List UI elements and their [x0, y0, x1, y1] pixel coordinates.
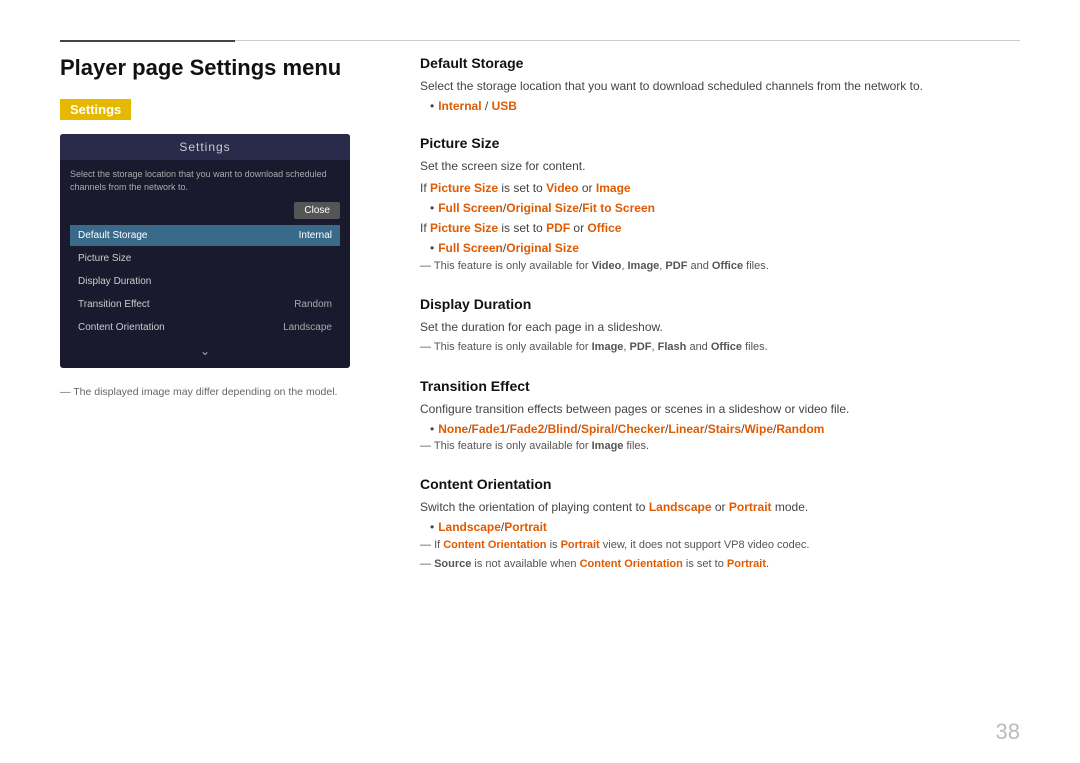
settings-row-display-duration[interactable]: Display Duration [70, 271, 340, 292]
settings-ui-mockup: Settings Select the storage location tha… [60, 134, 350, 367]
section-desc-default-storage: Select the storage location that you wan… [420, 77, 1020, 95]
bullet-internal-usb: Internal / USB [430, 99, 1020, 113]
section-title-display-duration: Display Duration [420, 296, 1020, 312]
section-title-transition-effect: Transition Effect [420, 378, 1020, 394]
page-title: Player page Settings menu [60, 55, 380, 81]
page-number: 38 [996, 719, 1020, 745]
row-label: Default Storage [78, 230, 148, 241]
close-row: Close [70, 202, 340, 219]
row-label: Display Duration [78, 276, 151, 287]
section-transition-effect: Transition Effect Configure transition e… [420, 378, 1020, 454]
content-orientation-note2: Source is not available when Content Ori… [420, 557, 1020, 572]
section-desc-display-duration: Set the duration for each page in a slid… [420, 318, 1020, 336]
display-duration-note: This feature is only available for Image… [420, 340, 1020, 355]
row-value: Landscape [283, 322, 332, 333]
section-title-default-storage: Default Storage [420, 55, 1020, 71]
close-button[interactable]: Close [294, 202, 340, 219]
section-content-orientation: Content Orientation Switch the orientati… [420, 476, 1020, 572]
right-column: Default Storage Select the storage locat… [420, 55, 1020, 723]
settings-badge: Settings [60, 99, 131, 120]
section-title-picture-size: Picture Size [420, 135, 1020, 151]
section-title-content-orientation: Content Orientation [420, 476, 1020, 492]
settings-ui-header: Settings [60, 134, 350, 160]
picture-size-condition2: If Picture Size is set to PDF or Office [420, 219, 1020, 237]
bullet-picture-size-pdf-office: Full Screen / Original Size [430, 241, 1020, 255]
picture-size-condition1: If Picture Size is set to Video or Image [420, 179, 1020, 197]
row-label: Picture Size [78, 253, 131, 264]
page-container: Player page Settings menu Settings Setti… [60, 55, 1020, 723]
section-desc-picture-size: Set the screen size for content. [420, 157, 1020, 175]
row-value: Random [294, 299, 332, 310]
settings-row-transition-effect[interactable]: Transition Effect Random [70, 294, 340, 315]
top-divider-accent [60, 40, 235, 42]
bullet-orientation-options: Landscape / Portrait [430, 520, 1020, 534]
picture-size-note: This feature is only available for Video… [420, 259, 1020, 274]
bullet-transition-options: None / Fade1 / Fade2 / Blind / Spiral / … [430, 422, 1020, 436]
settings-row-default-storage[interactable]: Default Storage Internal [70, 225, 340, 246]
internal-usb-text: Internal [438, 99, 481, 113]
content-orientation-note1: If Content Orientation is Portrait view,… [420, 538, 1020, 553]
row-label: Content Orientation [78, 322, 165, 333]
settings-row-picture-size[interactable]: Picture Size [70, 248, 340, 269]
settings-ui-description: Select the storage location that you wan… [70, 168, 340, 193]
settings-ui-body: Select the storage location that you wan… [60, 160, 350, 367]
row-label: Transition Effect [78, 299, 150, 310]
bullet-picture-size-video-image: Full Screen / Original Size / Fit to Scr… [430, 201, 1020, 215]
section-picture-size: Picture Size Set the screen size for con… [420, 135, 1020, 274]
model-note: The displayed image may differ depending… [60, 386, 380, 398]
transition-effect-note: This feature is only available for Image… [420, 439, 1020, 454]
section-desc-transition-effect: Configure transition effects between pag… [420, 400, 1020, 418]
section-display-duration: Display Duration Set the duration for ea… [420, 296, 1020, 355]
settings-row-content-orientation[interactable]: Content Orientation Landscape [70, 317, 340, 338]
left-column: Player page Settings menu Settings Setti… [60, 55, 380, 723]
row-value: Internal [299, 230, 332, 241]
chevron-down-icon: ⌄ [70, 340, 340, 362]
section-default-storage: Default Storage Select the storage locat… [420, 55, 1020, 113]
section-desc-content-orientation: Switch the orientation of playing conten… [420, 498, 1020, 516]
